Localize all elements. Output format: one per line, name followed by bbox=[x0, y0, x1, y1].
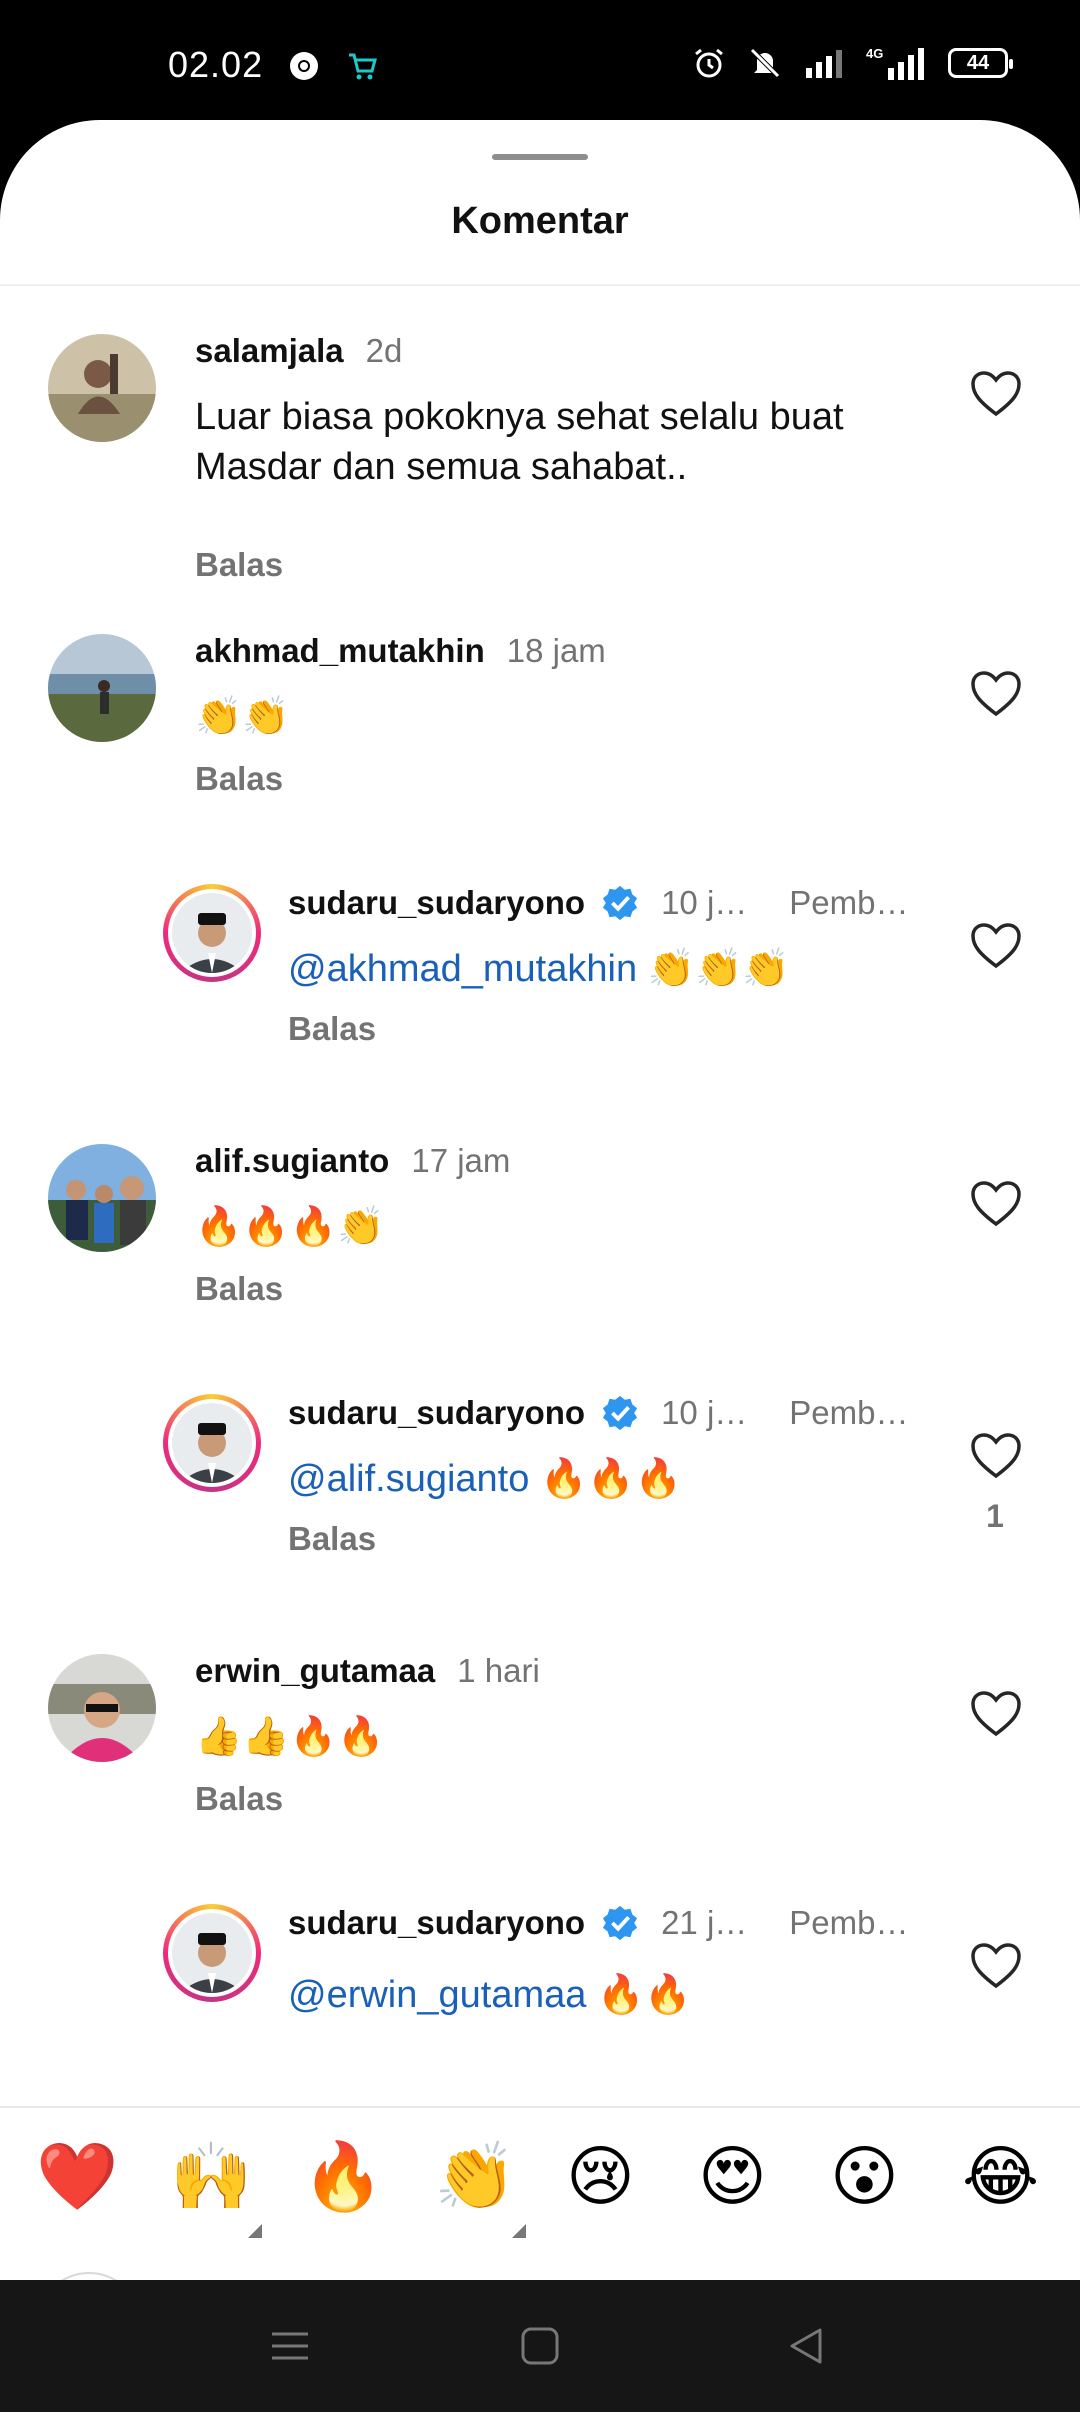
avatar[interactable] bbox=[48, 634, 156, 742]
avatar[interactable] bbox=[48, 1144, 156, 1252]
drag-handle[interactable] bbox=[492, 154, 588, 160]
comments-sheet: Komentar salamjala 2d Luar biasa pokokny… bbox=[0, 120, 1080, 2280]
like-count: 1 bbox=[986, 1498, 1004, 1534]
verified-badge-icon bbox=[602, 1905, 638, 1941]
signal-icon bbox=[806, 50, 842, 78]
verified-badge-icon bbox=[602, 1395, 638, 1431]
verified-badge-icon bbox=[602, 885, 638, 921]
reaction-crying[interactable]: 😢 bbox=[566, 2136, 635, 2216]
comment-time: 17 jam bbox=[411, 1142, 511, 1179]
menu-icon[interactable] bbox=[268, 2324, 312, 2368]
comment-list[interactable]: salamjala 2d Luar biasa pokoknya sehat s… bbox=[0, 286, 1080, 2108]
username[interactable]: salamjala bbox=[195, 332, 344, 370]
reply-button[interactable]: Balas bbox=[195, 760, 283, 798]
alarm-icon bbox=[695, 48, 723, 78]
pinned-label: Pemb… bbox=[789, 884, 909, 921]
comment-time: 1 hari bbox=[457, 1652, 540, 1689]
reply-button[interactable]: Balas bbox=[195, 1780, 283, 1818]
mute-bell-icon bbox=[750, 48, 780, 78]
chrome-icon bbox=[290, 52, 318, 80]
username[interactable]: sudaru_sudaryono bbox=[288, 884, 585, 922]
sheet-title: Komentar bbox=[451, 200, 629, 242]
comment-text: 👏👏 bbox=[195, 696, 290, 738]
status-time: 02.02 bbox=[168, 44, 264, 85]
heart-icon[interactable] bbox=[970, 670, 1022, 718]
my-avatar bbox=[36, 2272, 142, 2280]
comment-text: @alif.sugianto 🔥🔥🔥 bbox=[288, 1458, 682, 1500]
mention-link[interactable]: @erwin_gutamaa bbox=[288, 1974, 586, 2016]
svg-text:4G: 4G bbox=[866, 46, 883, 61]
reaction-heart[interactable]: ❤️ bbox=[36, 2136, 118, 2216]
comment-time: 10 j… bbox=[661, 1394, 748, 1431]
username[interactable]: alif.sugianto bbox=[195, 1142, 389, 1180]
heart-icon[interactable] bbox=[970, 370, 1022, 418]
comment-text: @akhmad_mutakhin 👏👏👏 bbox=[288, 948, 790, 990]
comment-text: 👍👍🔥🔥 bbox=[195, 1716, 385, 1758]
comment-text: Luar biasa pokoknya sehat selalu buat Ma… bbox=[195, 396, 844, 488]
heart-icon[interactable] bbox=[970, 922, 1022, 970]
pinned-label: Pemb… bbox=[789, 1394, 909, 1431]
username[interactable]: sudaru_sudaryono bbox=[288, 1394, 585, 1432]
avatar[interactable] bbox=[163, 1904, 261, 2002]
avatar[interactable] bbox=[163, 1394, 261, 1492]
quick-reaction-bar: ❤️ 🙌 🔥 👏 😢 😍 😮 😂 bbox=[0, 2106, 1080, 2256]
username[interactable]: akhmad_mutakhin bbox=[195, 632, 485, 670]
comment-time: 18 jam bbox=[506, 632, 606, 669]
battery-indicator: 44 bbox=[948, 48, 1013, 78]
reply-button[interactable]: Balas bbox=[195, 546, 283, 584]
reply-button[interactable]: Balas bbox=[288, 1520, 376, 1558]
reaction-laughing[interactable]: 😂 bbox=[962, 2136, 1039, 2216]
shopping-cart-icon bbox=[349, 53, 377, 80]
reaction-heart-eyes[interactable]: 😍 bbox=[698, 2136, 767, 2216]
comment-time: 2d bbox=[365, 332, 403, 369]
reply-button[interactable]: Balas bbox=[288, 1010, 376, 1048]
status-bar: 02.02 4G 44 bbox=[0, 0, 1080, 120]
heart-icon[interactable] bbox=[970, 1942, 1022, 1990]
reaction-surprised[interactable]: 😮 bbox=[830, 2136, 899, 2216]
pinned-label: Pemb… bbox=[789, 1904, 909, 1941]
back-icon[interactable] bbox=[784, 2324, 828, 2368]
skin-tone-indicator bbox=[512, 2224, 526, 2238]
comment-time: 21 j… bbox=[661, 1904, 748, 1941]
avatar[interactable] bbox=[163, 884, 261, 982]
heart-icon[interactable] bbox=[970, 1432, 1022, 1480]
navigation-bar bbox=[0, 2280, 1080, 2412]
mention-link[interactable]: @alif.sugianto bbox=[288, 1458, 529, 1500]
avatar[interactable] bbox=[48, 334, 156, 442]
reaction-fire[interactable]: 🔥 bbox=[302, 2136, 384, 2216]
comment-text: @erwin_gutamaa 🔥🔥 bbox=[288, 1974, 692, 2016]
reaction-clap[interactable]: 👏 bbox=[434, 2136, 516, 2216]
signal-4g-icon: 4G bbox=[866, 46, 924, 80]
username[interactable]: sudaru_sudaryono bbox=[288, 1904, 585, 1942]
comment-composer bbox=[0, 2254, 1080, 2280]
comment-text: 🔥🔥🔥👏 bbox=[195, 1206, 385, 1248]
reply-button[interactable]: Balas bbox=[195, 1270, 283, 1308]
reaction-raised-hands[interactable]: 🙌 bbox=[170, 2136, 252, 2216]
username[interactable]: erwin_gutamaa bbox=[195, 1652, 435, 1690]
skin-tone-indicator bbox=[248, 2224, 262, 2238]
heart-icon[interactable] bbox=[970, 1690, 1022, 1738]
home-icon[interactable] bbox=[518, 2324, 562, 2368]
avatar[interactable] bbox=[48, 1654, 156, 1762]
heart-icon[interactable] bbox=[970, 1180, 1022, 1228]
comment-time: 10 j… bbox=[661, 884, 748, 921]
mention-link[interactable]: @akhmad_mutakhin bbox=[288, 948, 637, 990]
